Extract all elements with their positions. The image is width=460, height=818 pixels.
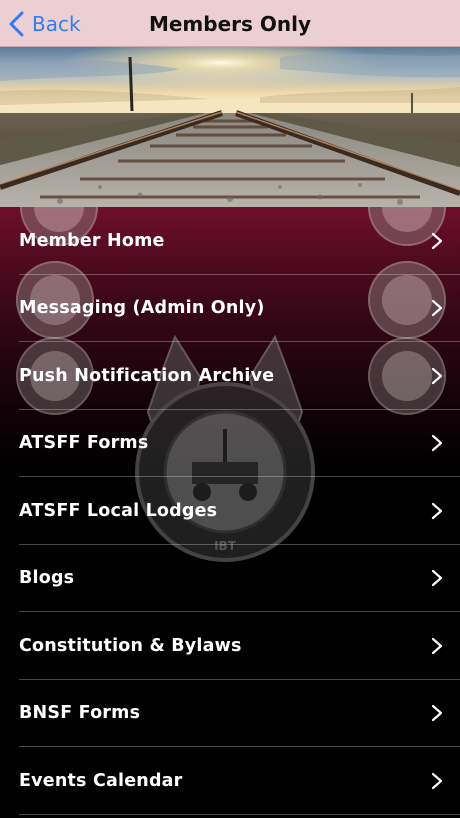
chevron-right-icon [431,435,443,452]
chevron-right-icon [431,705,443,722]
menu-item-messaging[interactable]: Messaging (Admin Only) [0,275,460,343]
chevron-right-icon [431,502,443,519]
menu-item-constitution-bylaws[interactable]: Constitution & Bylaws [0,612,460,680]
menu-list: Member Home Messaging (Admin Only) Push … [0,207,460,815]
menu-item-label: Messaging (Admin Only) [19,298,265,319]
chevron-right-icon [431,570,443,587]
menu-item-label: ATSFF Local Lodges [19,500,218,521]
menu-item-member-home[interactable]: Member Home [0,207,460,275]
chevron-right-icon [431,772,443,789]
menu-item-push-notification-archive[interactable]: Push Notification Archive [0,342,460,410]
menu-item-atsff-forms[interactable]: ATSFF Forms [0,410,460,478]
menu-item-label: Constitution & Bylaws [19,635,242,656]
chevron-right-icon [431,232,443,249]
menu-item-events-calendar[interactable]: Events Calendar [0,747,460,815]
menu-item-label: BNSF Forms [19,703,141,724]
menu-item-label: Events Calendar [19,770,183,791]
menu-item-label: Blogs [19,568,75,589]
page-title: Members Only [148,11,312,36]
menu-item-atsff-local-lodges[interactable]: ATSFF Local Lodges [0,477,460,545]
chevron-right-icon [431,367,443,384]
menu-item-bnsf-forms[interactable]: BNSF Forms [0,680,460,748]
chevron-right-icon [431,637,443,654]
menu-item-label: Push Notification Archive [19,365,275,386]
navigation-bar: Back Members Only [0,0,460,47]
railroad-header-image [0,47,460,207]
menu-item-label: ATSFF Forms [19,433,149,454]
chevron-right-icon [431,300,443,317]
menu-item-blogs[interactable]: Blogs [0,545,460,613]
menu-item-label: Member Home [19,230,165,251]
